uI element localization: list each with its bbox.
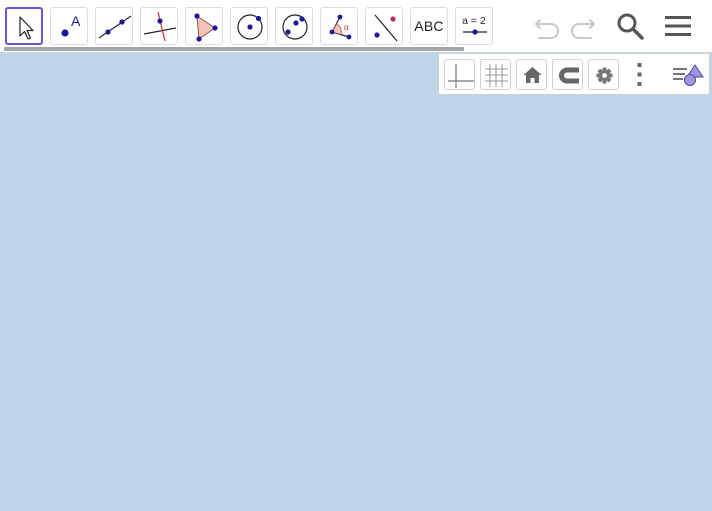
magnet-icon <box>559 67 579 84</box>
more-vertical-icon <box>637 63 642 86</box>
show-axes-button[interactable] <box>444 59 475 90</box>
style-bar <box>438 53 710 95</box>
grid-icon <box>485 64 508 87</box>
style-bar-toggle-icon <box>673 64 704 86</box>
circle-three-points-icon <box>282 14 308 40</box>
angle-icon: α <box>329 14 352 40</box>
angle-tool-button[interactable]: α <box>320 7 358 45</box>
home-icon <box>523 67 542 83</box>
settings-button[interactable] <box>588 59 619 90</box>
text-tool-button[interactable]: ABC <box>410 7 448 45</box>
angle-alpha-label: α <box>344 22 349 32</box>
undo-button[interactable] <box>531 10 563 42</box>
slider-tool-button[interactable]: a = 2 <box>455 7 493 45</box>
redo-button[interactable] <box>567 10 599 42</box>
point-label: A <box>71 13 81 29</box>
polygon-tool-button[interactable] <box>185 7 223 45</box>
reflect-about-line-tool-button[interactable] <box>365 7 403 45</box>
search-icon <box>617 13 644 40</box>
reflect-about-line-icon <box>374 14 398 42</box>
move-tool-button[interactable] <box>5 7 43 45</box>
point-tool-button[interactable]: A <box>50 7 88 45</box>
cursor-arrow-icon <box>19 16 34 40</box>
line-tool-button[interactable] <box>95 7 133 45</box>
show-grid-button[interactable] <box>480 59 511 90</box>
circle-center-point-icon <box>237 14 263 40</box>
redo-icon <box>571 19 595 39</box>
line-through-two-points-icon <box>98 15 132 39</box>
text-tool-label: ABC <box>414 18 444 34</box>
point-icon: A <box>61 13 81 37</box>
circle-three-points-tool-button[interactable] <box>275 7 313 45</box>
search-button[interactable] <box>614 10 646 42</box>
gear-icon <box>596 67 613 84</box>
hamburger-menu-icon <box>665 16 691 36</box>
graphics-view[interactable] <box>0 52 712 511</box>
style-bar-toggle-button[interactable] <box>671 59 704 90</box>
slider-icon <box>463 29 487 35</box>
main-menu-button[interactable] <box>662 10 694 42</box>
polygon-icon <box>194 13 218 42</box>
axes-icon <box>448 64 474 88</box>
perpendicular-line-tool-button[interactable] <box>140 7 178 45</box>
more-options-button[interactable] <box>624 59 655 90</box>
point-capturing-button[interactable] <box>552 59 583 90</box>
standard-view-button[interactable] <box>516 59 547 90</box>
circle-center-point-tool-button[interactable] <box>230 7 268 45</box>
perpendicular-line-icon <box>143 11 177 42</box>
toolbar-scrollbar[interactable] <box>4 47 464 51</box>
undo-icon <box>535 19 559 39</box>
toolbar: A α ABC a = 2 <box>0 0 712 52</box>
